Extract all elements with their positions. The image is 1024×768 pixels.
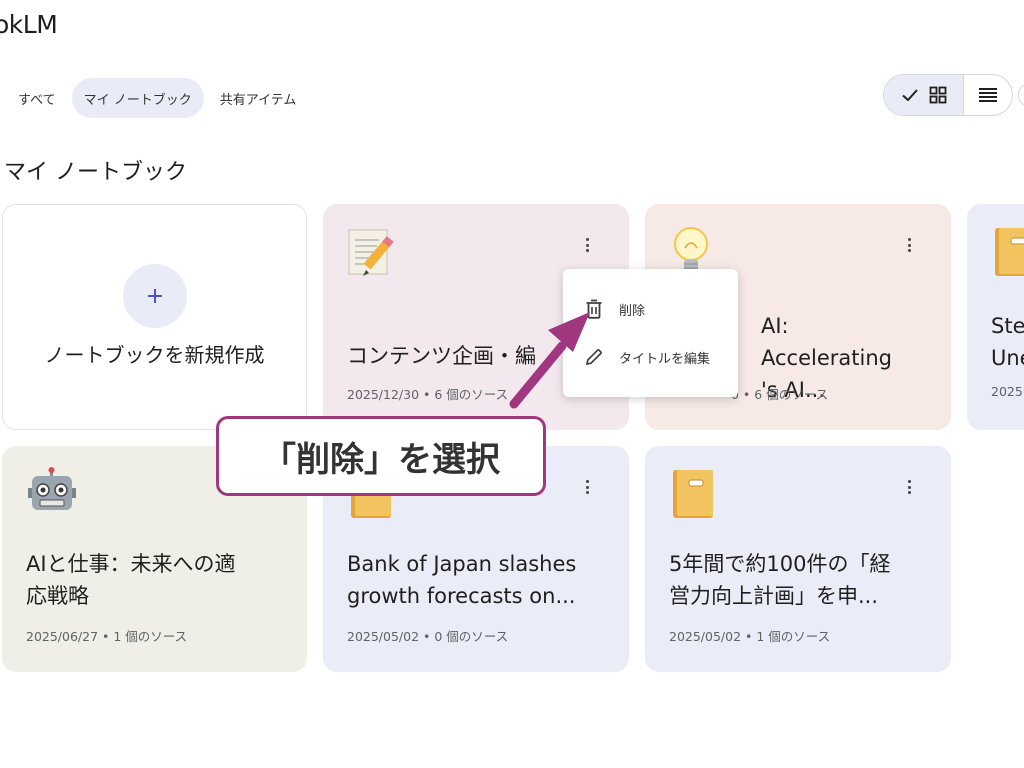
list-view-button[interactable] [964,75,1012,115]
rename-label: タイトルを編集 [619,351,711,367]
notebook-meta: 2025 [991,384,1023,399]
notebook-icon [995,228,1024,276]
robot-icon [28,467,76,510]
context-menu: 削除 タイトルを編集 [563,269,738,397]
view-toggle [883,74,1013,116]
more-options-icon[interactable] [585,480,589,494]
notebook-title: Bank of Japan slashes growth forecasts o… [347,552,577,608]
more-options-icon[interactable] [907,238,911,252]
new-notebook-card[interactable]: ノートブックを新規作成 [2,204,307,430]
check-icon [901,89,918,102]
notebook-icon [673,470,713,518]
annotation-callout: 「削除」を選択 [216,416,546,496]
grid-view-button[interactable] [884,75,964,115]
sort-button[interactable] [1018,84,1024,106]
app-title: okLM [0,10,58,39]
more-options-icon[interactable] [907,480,911,494]
list-icon [979,88,997,102]
notebook-card[interactable]: 5年間で約100件の「経 営力向上計画」を申... 2025/05/02 • 1… [645,446,951,672]
notebook-title: コンテンツ企画・編 [347,344,536,368]
notebook-meta: 2025/12/30 • 6 個のソース [347,387,509,402]
notebook-meta: 0 • 6 個のソース [731,387,829,402]
memo-icon [348,229,394,276]
new-notebook-label: ノートブックを新規作成 [44,343,265,367]
filter-tab-my-notebooks[interactable]: マイ ノートブック [71,78,204,118]
notebook-meta: 2025/05/02 • 1 個のソース [669,629,831,644]
delete-menu-item[interactable]: 削除 [563,287,738,331]
notebook-title: AIと仕事：未来への適 応戦略 [26,552,236,608]
filter-tabs: すべて マイ ノートブック 共有アイテム [6,78,308,118]
delete-label: 削除 [619,303,646,319]
notebook-title: Ste Une [991,314,1024,370]
notebook-meta: 2025/05/02 • 0 個のソース [347,629,509,644]
add-icon [123,264,187,328]
pencil-icon [585,349,602,366]
notebook-meta: 2025/06/27 • 1 個のソース [26,629,188,644]
section-title: マイ ノートブック [4,160,187,185]
grid-icon [929,86,946,104]
rename-menu-item[interactable]: タイトルを編集 [563,335,738,379]
notebook-title: 5年間で約100件の「経 営力向上計画」を申... [669,552,891,608]
filter-tab-shared[interactable]: 共有アイテム [208,78,309,118]
notebook-card[interactable]: Ste Une 2025 [967,204,1024,430]
more-options-icon[interactable] [585,238,589,252]
filter-tab-all[interactable]: すべて [6,78,68,118]
trash-icon [586,299,602,319]
